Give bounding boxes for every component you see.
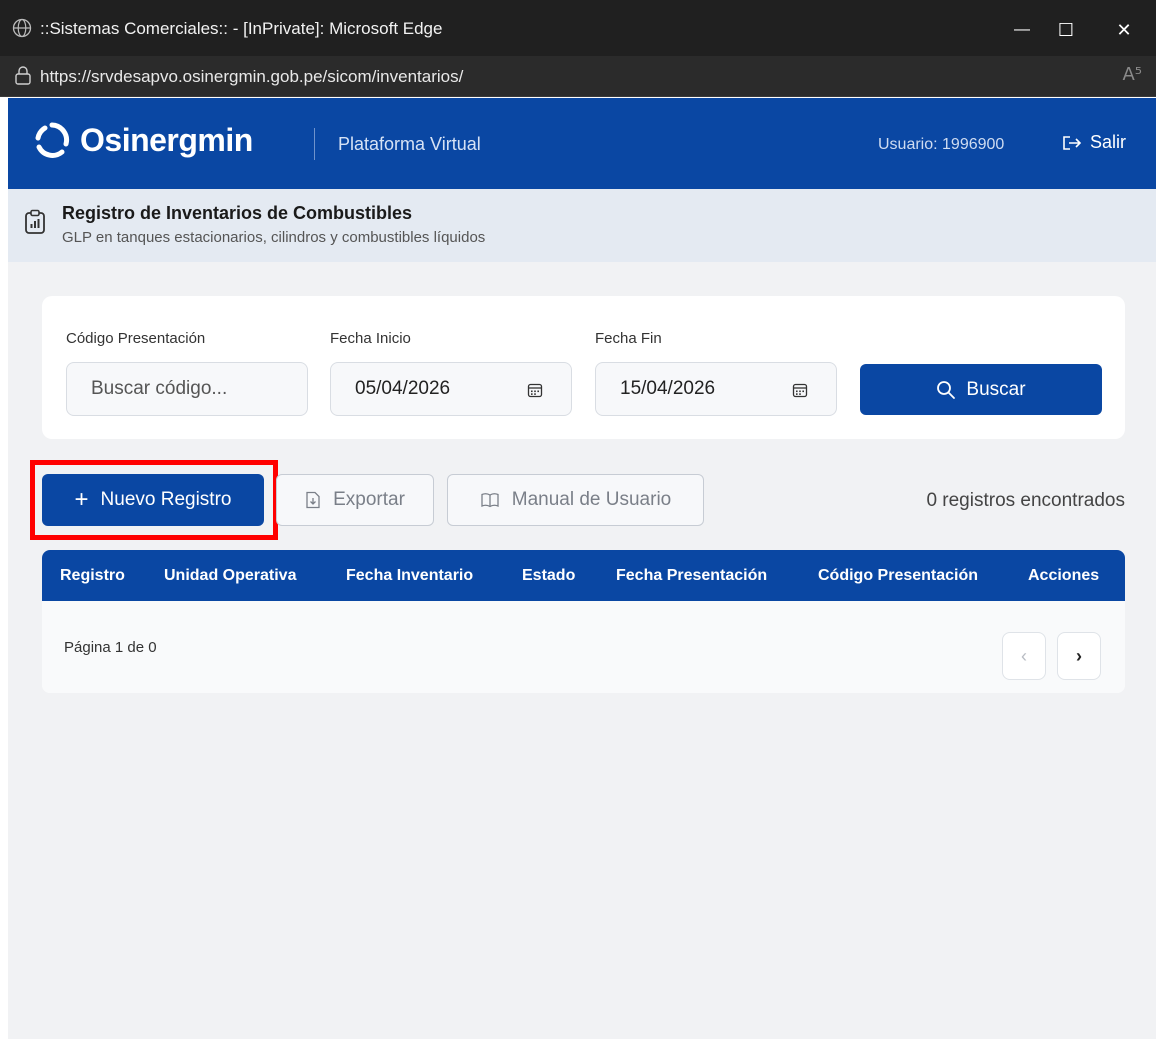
logout-button[interactable]: Salir <box>1062 132 1126 153</box>
calendar-icon[interactable] <box>792 382 808 398</box>
search-button[interactable]: Buscar <box>860 364 1102 415</box>
brand-logo[interactable]: Osinergmin <box>32 120 253 160</box>
header-divider <box>314 128 315 160</box>
column-header-codigo-presentacion[interactable]: Código Presentación <box>818 567 978 585</box>
end-date-label: Fecha Fin <box>595 330 662 347</box>
manual-label: Manual de Usuario <box>511 489 672 510</box>
brand-name: Osinergmin <box>80 121 253 158</box>
calendar-icon[interactable] <box>527 382 543 398</box>
window-title: ::Sistemas Comerciales:: - [InPrivate]: … <box>40 19 443 38</box>
start-date-input[interactable]: 05/04/2026 <box>330 362 572 416</box>
end-date-input[interactable]: 15/04/2026 <box>595 362 837 416</box>
prev-page-button[interactable]: ‹ <box>1002 632 1046 680</box>
search-label: Buscar <box>966 378 1026 400</box>
start-date-value: 05/04/2026 <box>355 378 451 399</box>
start-date-label: Fecha Inicio <box>330 330 411 347</box>
minimize-button[interactable]: — <box>1002 12 1042 48</box>
column-header-registro[interactable]: Registro <box>60 567 125 585</box>
records-table: Registro Unidad Operativa Fecha Inventar… <box>42 550 1125 693</box>
file-export-icon <box>306 491 320 509</box>
main-content: Código Presentación Buscar código... Fec… <box>8 262 1156 1039</box>
page-title: Registro de Inventarios de Combustibles <box>62 203 413 223</box>
chevron-left-icon: ‹ <box>1021 645 1027 666</box>
code-placeholder: Buscar código... <box>91 378 228 399</box>
globe-icon <box>12 18 32 38</box>
window-edge <box>0 98 8 1039</box>
column-header-fecha-presentacion[interactable]: Fecha Presentación <box>616 567 767 585</box>
platform-label: Plataforma Virtual <box>338 134 481 154</box>
next-page-button[interactable]: › <box>1057 632 1101 680</box>
clipboard-chart-icon <box>25 209 45 234</box>
filter-panel: Código Presentación Buscar código... Fec… <box>42 296 1125 439</box>
url-text[interactable]: https://srvdesapvo.osinergmin.gob.pe/sic… <box>40 66 463 88</box>
page-subtitle: GLP en tanques estacionarios, cilindros … <box>62 229 486 246</box>
maximize-button[interactable]: ☐ <box>1046 12 1086 48</box>
table-header: Registro Unidad Operativa Fecha Inventar… <box>42 550 1125 601</box>
code-search-input[interactable]: Buscar código... <box>66 362 308 416</box>
close-window-button[interactable]: ✕ <box>1104 12 1144 48</box>
chevron-right-icon: › <box>1076 645 1082 666</box>
pagination-info: Página 1 de 0 <box>64 639 157 656</box>
end-date-value: 15/04/2026 <box>620 378 716 399</box>
close-icon: ✕ <box>1116 19 1132 41</box>
logout-icon <box>1063 135 1082 150</box>
export-button[interactable]: Exportar <box>276 474 434 526</box>
lock-icon <box>15 66 31 85</box>
user-label: Usuario: 1996900 <box>878 136 1005 153</box>
results-count: 0 registros encontrados <box>926 490 1125 511</box>
search-icon <box>937 380 956 399</box>
browser-title-bar: ::Sistemas Comerciales:: - [InPrivate]: … <box>0 0 1156 56</box>
address-bar[interactable]: https://srvdesapvo.osinergmin.gob.pe/sic… <box>0 56 1156 97</box>
app-header: Osinergmin Plataforma Virtual Usuario: 1… <box>8 98 1156 189</box>
column-header-acciones: Acciones <box>1028 567 1100 584</box>
column-header-fecha-inventario[interactable]: Fecha Inventario <box>346 567 473 585</box>
read-aloud-icon[interactable]: A⁵ <box>1122 64 1142 85</box>
user-manual-button[interactable]: Manual de Usuario <box>447 474 704 526</box>
minimize-icon: — <box>1014 21 1030 38</box>
column-header-estado[interactable]: Estado <box>522 567 575 585</box>
osinergmin-logo-icon <box>35 122 70 158</box>
maximize-icon: ☐ <box>1057 19 1075 41</box>
export-label: Exportar <box>333 489 405 510</box>
book-icon <box>481 493 499 508</box>
highlight-box <box>30 460 278 540</box>
page-header: Registro de Inventarios de Combustibles … <box>8 189 1156 262</box>
table-footer: Página 1 de 0 ‹ › <box>42 601 1125 693</box>
code-label: Código Presentación <box>66 330 206 347</box>
column-header-unidad-operativa[interactable]: Unidad Operativa <box>164 567 296 585</box>
logout-label: Salir <box>1090 132 1127 152</box>
